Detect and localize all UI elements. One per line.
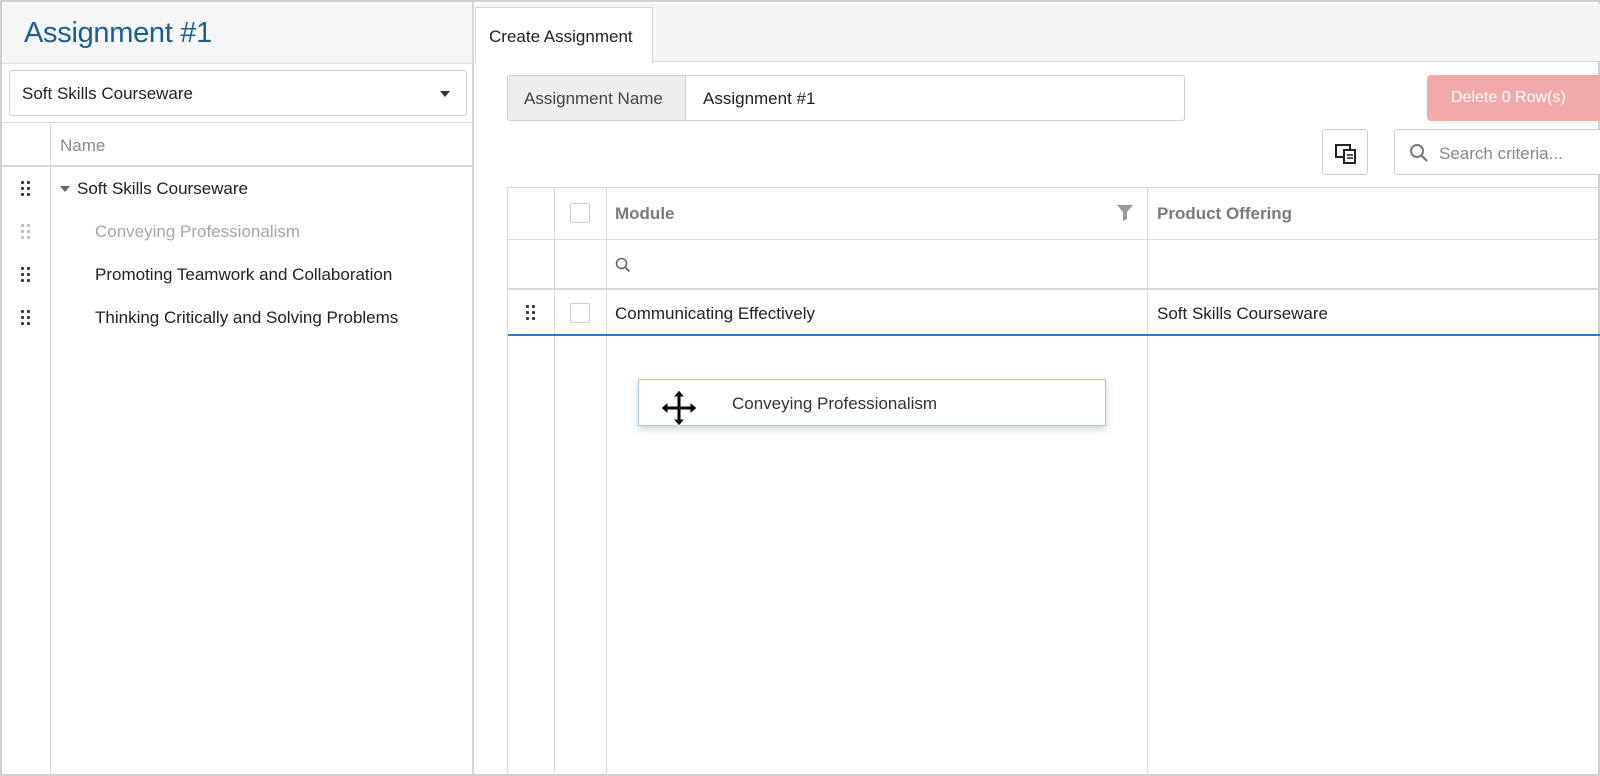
- drag-handle-icon[interactable]: [526, 305, 536, 321]
- filter-icon[interactable]: [1116, 204, 1134, 222]
- module-tree: Name Soft Skills Courseware Conveying Pr…: [2, 122, 472, 775]
- column-chooser-button[interactable]: [1322, 129, 1368, 175]
- drag-handle-icon[interactable]: [21, 224, 31, 240]
- move-cursor-icon: [660, 389, 698, 427]
- assignment-name-label-box: Assignment Name: [508, 76, 686, 120]
- select-all-checkbox[interactable]: [570, 203, 590, 223]
- tree-item-label: Thinking Critically and Solving Problems: [95, 308, 399, 327]
- product-offering-dropdown[interactable]: Soft Skills Courseware: [9, 70, 467, 116]
- cell-product-offering: Soft Skills Courseware: [1157, 304, 1329, 323]
- tab-create-assignment[interactable]: Create Assignment: [475, 7, 653, 63]
- table-row[interactable]: Communicating Effectively Soft Skills Co…: [508, 292, 1600, 336]
- assignment-grid: Module Product Offering Communicating Ef…: [507, 187, 1600, 776]
- tree-header-name[interactable]: Name: [60, 136, 105, 156]
- dropdown-selected-value: Soft Skills Courseware: [22, 84, 194, 103]
- tree-header: Name: [2, 123, 472, 167]
- search-icon: [1410, 144, 1428, 162]
- column-chooser-icon: [1335, 144, 1356, 164]
- drag-handle-icon[interactable]: [21, 267, 31, 283]
- drag-handle-icon[interactable]: [21, 310, 31, 326]
- tree-row[interactable]: Thinking Critically and Solving Problems: [2, 296, 472, 339]
- app-frame: Assignment #1 Soft Skills Courseware Nam…: [0, 0, 1600, 776]
- drag-ghost-row[interactable]: Conveying Professionalism: [638, 379, 1106, 427]
- drag-ghost-label: Conveying Professionalism: [732, 394, 938, 413]
- assignment-name-input[interactable]: Assignment #1: [703, 89, 815, 109]
- tab-label: Create Assignment: [489, 27, 633, 46]
- tree-item-label: Soft Skills Courseware: [77, 179, 249, 198]
- assignment-name-label: Assignment Name: [524, 89, 663, 108]
- grid-header: Module Product Offering: [508, 188, 1600, 240]
- delete-rows-button[interactable]: Delete 0 Row(s): [1427, 75, 1600, 121]
- tree-item-label: Conveying Professionalism: [95, 222, 301, 241]
- tree-row-parent[interactable]: Soft Skills Courseware: [2, 167, 472, 210]
- tree-item-label: Promoting Teamwork and Collaboration: [95, 265, 393, 284]
- search-icon[interactable]: [615, 257, 631, 273]
- grid-filter-row: [508, 240, 1600, 290]
- tree-row[interactable]: Promoting Teamwork and Collaboration: [2, 253, 472, 296]
- left-panel: Assignment #1 Soft Skills Courseware Nam…: [2, 2, 474, 775]
- search-input[interactable]: Search criteria...: [1394, 129, 1600, 175]
- cell-module: Communicating Effectively: [615, 304, 815, 323]
- tree-row-dragging[interactable]: Conveying Professionalism: [2, 210, 472, 253]
- delete-rows-label: Delete 0 Row(s): [1451, 89, 1566, 106]
- column-header-product-offering[interactable]: Product Offering: [1157, 204, 1292, 224]
- drag-handle-icon[interactable]: [21, 181, 31, 197]
- column-header-module[interactable]: Module: [615, 204, 675, 224]
- assignment-name-group: Assignment Name Assignment #1: [507, 75, 1185, 121]
- row-checkbox[interactable]: [570, 303, 590, 323]
- page-title: Assignment #1: [24, 17, 212, 49]
- expand-caret-icon[interactable]: [60, 186, 70, 192]
- chevron-down-icon: [440, 91, 450, 97]
- search-placeholder: Search criteria...: [1439, 144, 1563, 163]
